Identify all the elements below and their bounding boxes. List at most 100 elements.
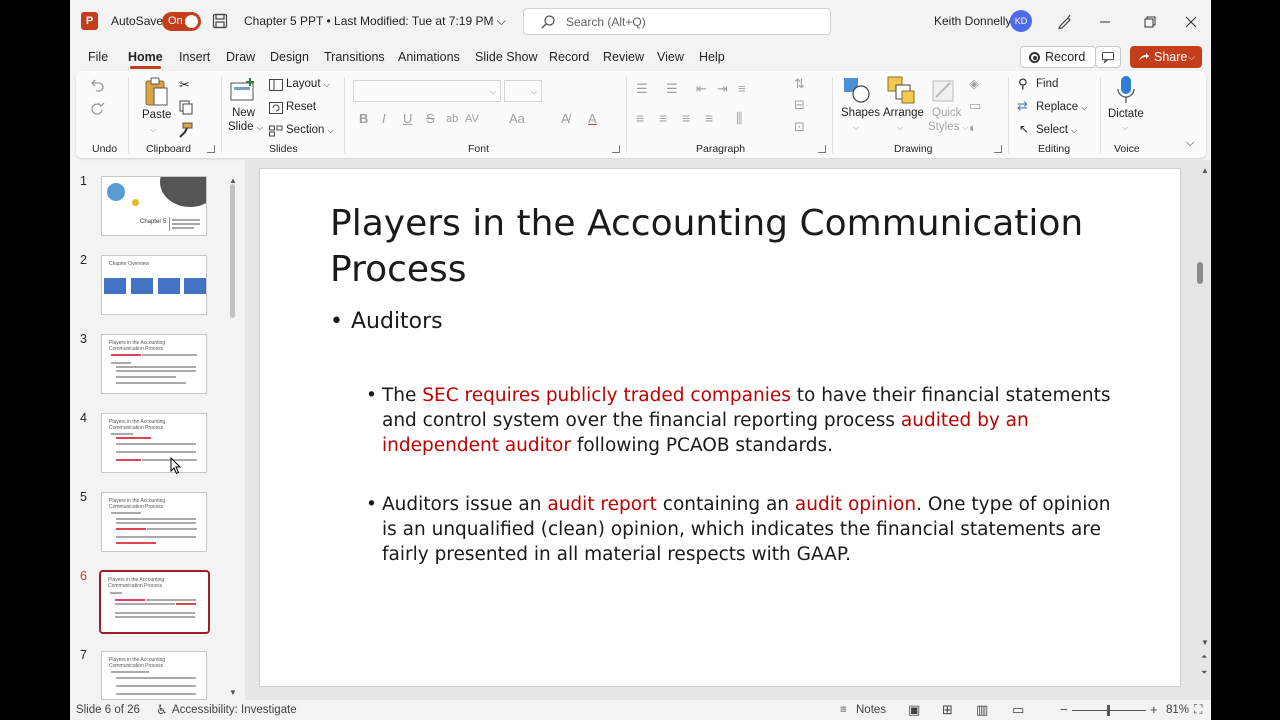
align-center-icon[interactable]: ≡	[659, 110, 667, 126]
italic-button[interactable]: I	[382, 111, 386, 126]
scroll-down-icon[interactable]: ▼	[1201, 638, 1209, 647]
arrange-icon[interactable]	[886, 75, 916, 105]
tab-view[interactable]: View	[657, 50, 684, 64]
underline-button[interactable]: U	[403, 111, 412, 126]
autosave-toggle[interactable]: On	[162, 12, 201, 31]
section-button[interactable]: Section ⌵	[286, 124, 334, 136]
slide-thumbnail-7[interactable]: Players in the Accounting Communication …	[101, 651, 207, 700]
slide-thumbnail-1[interactable]: Chapter 5	[101, 176, 207, 236]
thumbnail-scrollbar[interactable]	[230, 184, 235, 318]
slide-canvas[interactable]: Players in the Accounting Communication …	[259, 168, 1181, 687]
new-slide-button[interactable]: Slide ⌵	[228, 121, 263, 133]
comment-icon[interactable]	[1095, 46, 1121, 68]
next-slide-icon[interactable]: ⏷	[1201, 668, 1207, 678]
decrease-indent-icon[interactable]: ⇤	[696, 81, 707, 97]
bullets-icon[interactable]: ☰	[636, 81, 648, 97]
shape-effects-icon[interactable]: ◐	[969, 120, 977, 135]
collapse-ribbon-icon[interactable]: ⌵	[1186, 137, 1194, 150]
shapes-icon[interactable]	[842, 75, 872, 105]
quick-styles-button[interactable]: Styles ⌵	[928, 121, 969, 133]
paste-button[interactable]: Paste	[142, 109, 171, 121]
tab-insert[interactable]: Insert	[179, 50, 210, 64]
bullet-level-1[interactable]: Auditors	[330, 309, 443, 334]
slide-thumbnail-3[interactable]: Players in the Accounting Communication …	[101, 334, 207, 394]
justify-icon[interactable]: ≡	[705, 110, 713, 126]
tab-design[interactable]: Design	[270, 50, 309, 64]
layout-button[interactable]: Layout ⌵	[286, 78, 330, 90]
search-box[interactable]	[523, 8, 831, 35]
scroll-up-icon[interactable]: ▲	[1201, 166, 1209, 175]
shape-fill-icon[interactable]: ◈	[969, 76, 979, 92]
text-direction-icon[interactable]: ⇅	[794, 76, 805, 92]
pen-icon[interactable]	[1056, 12, 1074, 30]
tab-transitions[interactable]: Transitions	[324, 50, 385, 64]
zoom-level[interactable]: 81%	[1166, 704, 1189, 716]
reset-button[interactable]: Reset	[286, 101, 316, 113]
replace-button[interactable]: Replace ⌵	[1036, 101, 1087, 113]
columns-icon[interactable]: ⫼	[736, 110, 742, 127]
slide-title[interactable]: Players in the Accounting Communication …	[330, 201, 1090, 293]
slide-sorter-icon[interactable]: ⊞	[942, 702, 953, 718]
accessibility-button[interactable]: Accessibility: Investigate	[172, 704, 297, 716]
slide-scrollbar[interactable]	[1197, 262, 1203, 284]
avatar[interactable]: KD	[1010, 10, 1032, 32]
bold-button[interactable]: B	[359, 111, 368, 126]
bullet-paragraph-2[interactable]: • Auditors issue an audit report containi…	[366, 492, 1127, 567]
dialog-launcher-icon[interactable]	[994, 145, 1002, 153]
increase-indent-icon[interactable]: ⇥	[717, 81, 728, 97]
slide-thumbnail-5[interactable]: Players in the Accounting Communication …	[101, 492, 207, 552]
tab-slide-show[interactable]: Slide Show	[475, 50, 538, 64]
font-color-button[interactable]: A	[588, 111, 597, 126]
clear-formatting-icon[interactable]: A̸	[561, 111, 570, 126]
slide-thumbnail-6[interactable]: Players in the Accounting Communication …	[99, 570, 210, 634]
dialog-launcher-icon[interactable]	[818, 145, 826, 153]
arrange-button[interactable]: Arrange	[883, 107, 924, 119]
align-left-icon[interactable]: ≡	[636, 110, 644, 126]
microphone-icon[interactable]	[1116, 75, 1136, 105]
select-button[interactable]: Select ⌵	[1036, 124, 1077, 136]
slide-thumbnail-2[interactable]: Chapter Overview	[101, 255, 207, 315]
font-size-select[interactable]: ⌵	[504, 80, 542, 102]
slide-thumbnail-4[interactable]: Players in the Accounting Communication …	[101, 413, 207, 473]
smartart-icon[interactable]: ⊡	[794, 119, 805, 135]
zoom-out-button[interactable]: −	[1060, 702, 1068, 717]
tab-home[interactable]: Home	[128, 50, 163, 69]
tab-draw[interactable]: Draw	[226, 50, 255, 64]
dialog-launcher-icon[interactable]	[612, 145, 620, 153]
fit-to-window-icon[interactable]: ⛶	[1194, 702, 1202, 717]
reading-view-icon[interactable]: ▥	[976, 702, 988, 718]
quick-styles-icon[interactable]	[930, 75, 958, 105]
strikethrough-button[interactable]: S	[426, 111, 435, 126]
minimize-icon[interactable]	[1092, 9, 1118, 35]
quick-styles-label[interactable]: Quick	[932, 107, 961, 119]
numbering-icon[interactable]: ☰	[666, 81, 678, 97]
tab-file[interactable]: File	[88, 50, 108, 64]
tab-review[interactable]: Review	[603, 50, 644, 64]
dialog-launcher-icon[interactable]	[207, 145, 215, 153]
shape-outline-icon[interactable]: ▭	[969, 98, 981, 114]
restore-icon[interactable]	[1136, 9, 1162, 35]
align-right-icon[interactable]: ≡	[682, 110, 690, 126]
normal-view-icon[interactable]: ▣	[908, 702, 920, 718]
format-painter-icon[interactable]	[178, 122, 194, 138]
dictate-button[interactable]: Dictate	[1108, 108, 1144, 120]
character-spacing-icon[interactable]: AV	[465, 113, 479, 125]
notes-button[interactable]: Notes	[856, 704, 886, 716]
user-name[interactable]: Keith Donnelly	[934, 14, 1011, 28]
font-name-select[interactable]: ⌵	[353, 80, 501, 102]
shapes-button[interactable]: Shapes	[841, 107, 880, 119]
document-title[interactable]: Chapter 5 PPT • Last Modified: Tue at 7:…	[244, 14, 506, 29]
slide-show-icon[interactable]: ▭	[1012, 702, 1024, 718]
search-input[interactable]	[566, 13, 816, 31]
tab-animations[interactable]: Animations	[398, 50, 460, 64]
redo-icon[interactable]	[89, 100, 105, 116]
close-icon[interactable]	[1178, 9, 1204, 35]
copy-icon[interactable]	[178, 99, 194, 115]
previous-slide-icon[interactable]: ⏶	[1201, 652, 1207, 662]
cut-icon[interactable]: ✂	[179, 77, 190, 93]
text-shadow-icon[interactable]: ab	[446, 113, 458, 125]
zoom-in-button[interactable]: +	[1150, 702, 1158, 717]
paste-icon[interactable]	[142, 76, 170, 108]
undo-icon[interactable]	[89, 77, 105, 93]
scroll-down-icon[interactable]: ▼	[229, 688, 237, 697]
